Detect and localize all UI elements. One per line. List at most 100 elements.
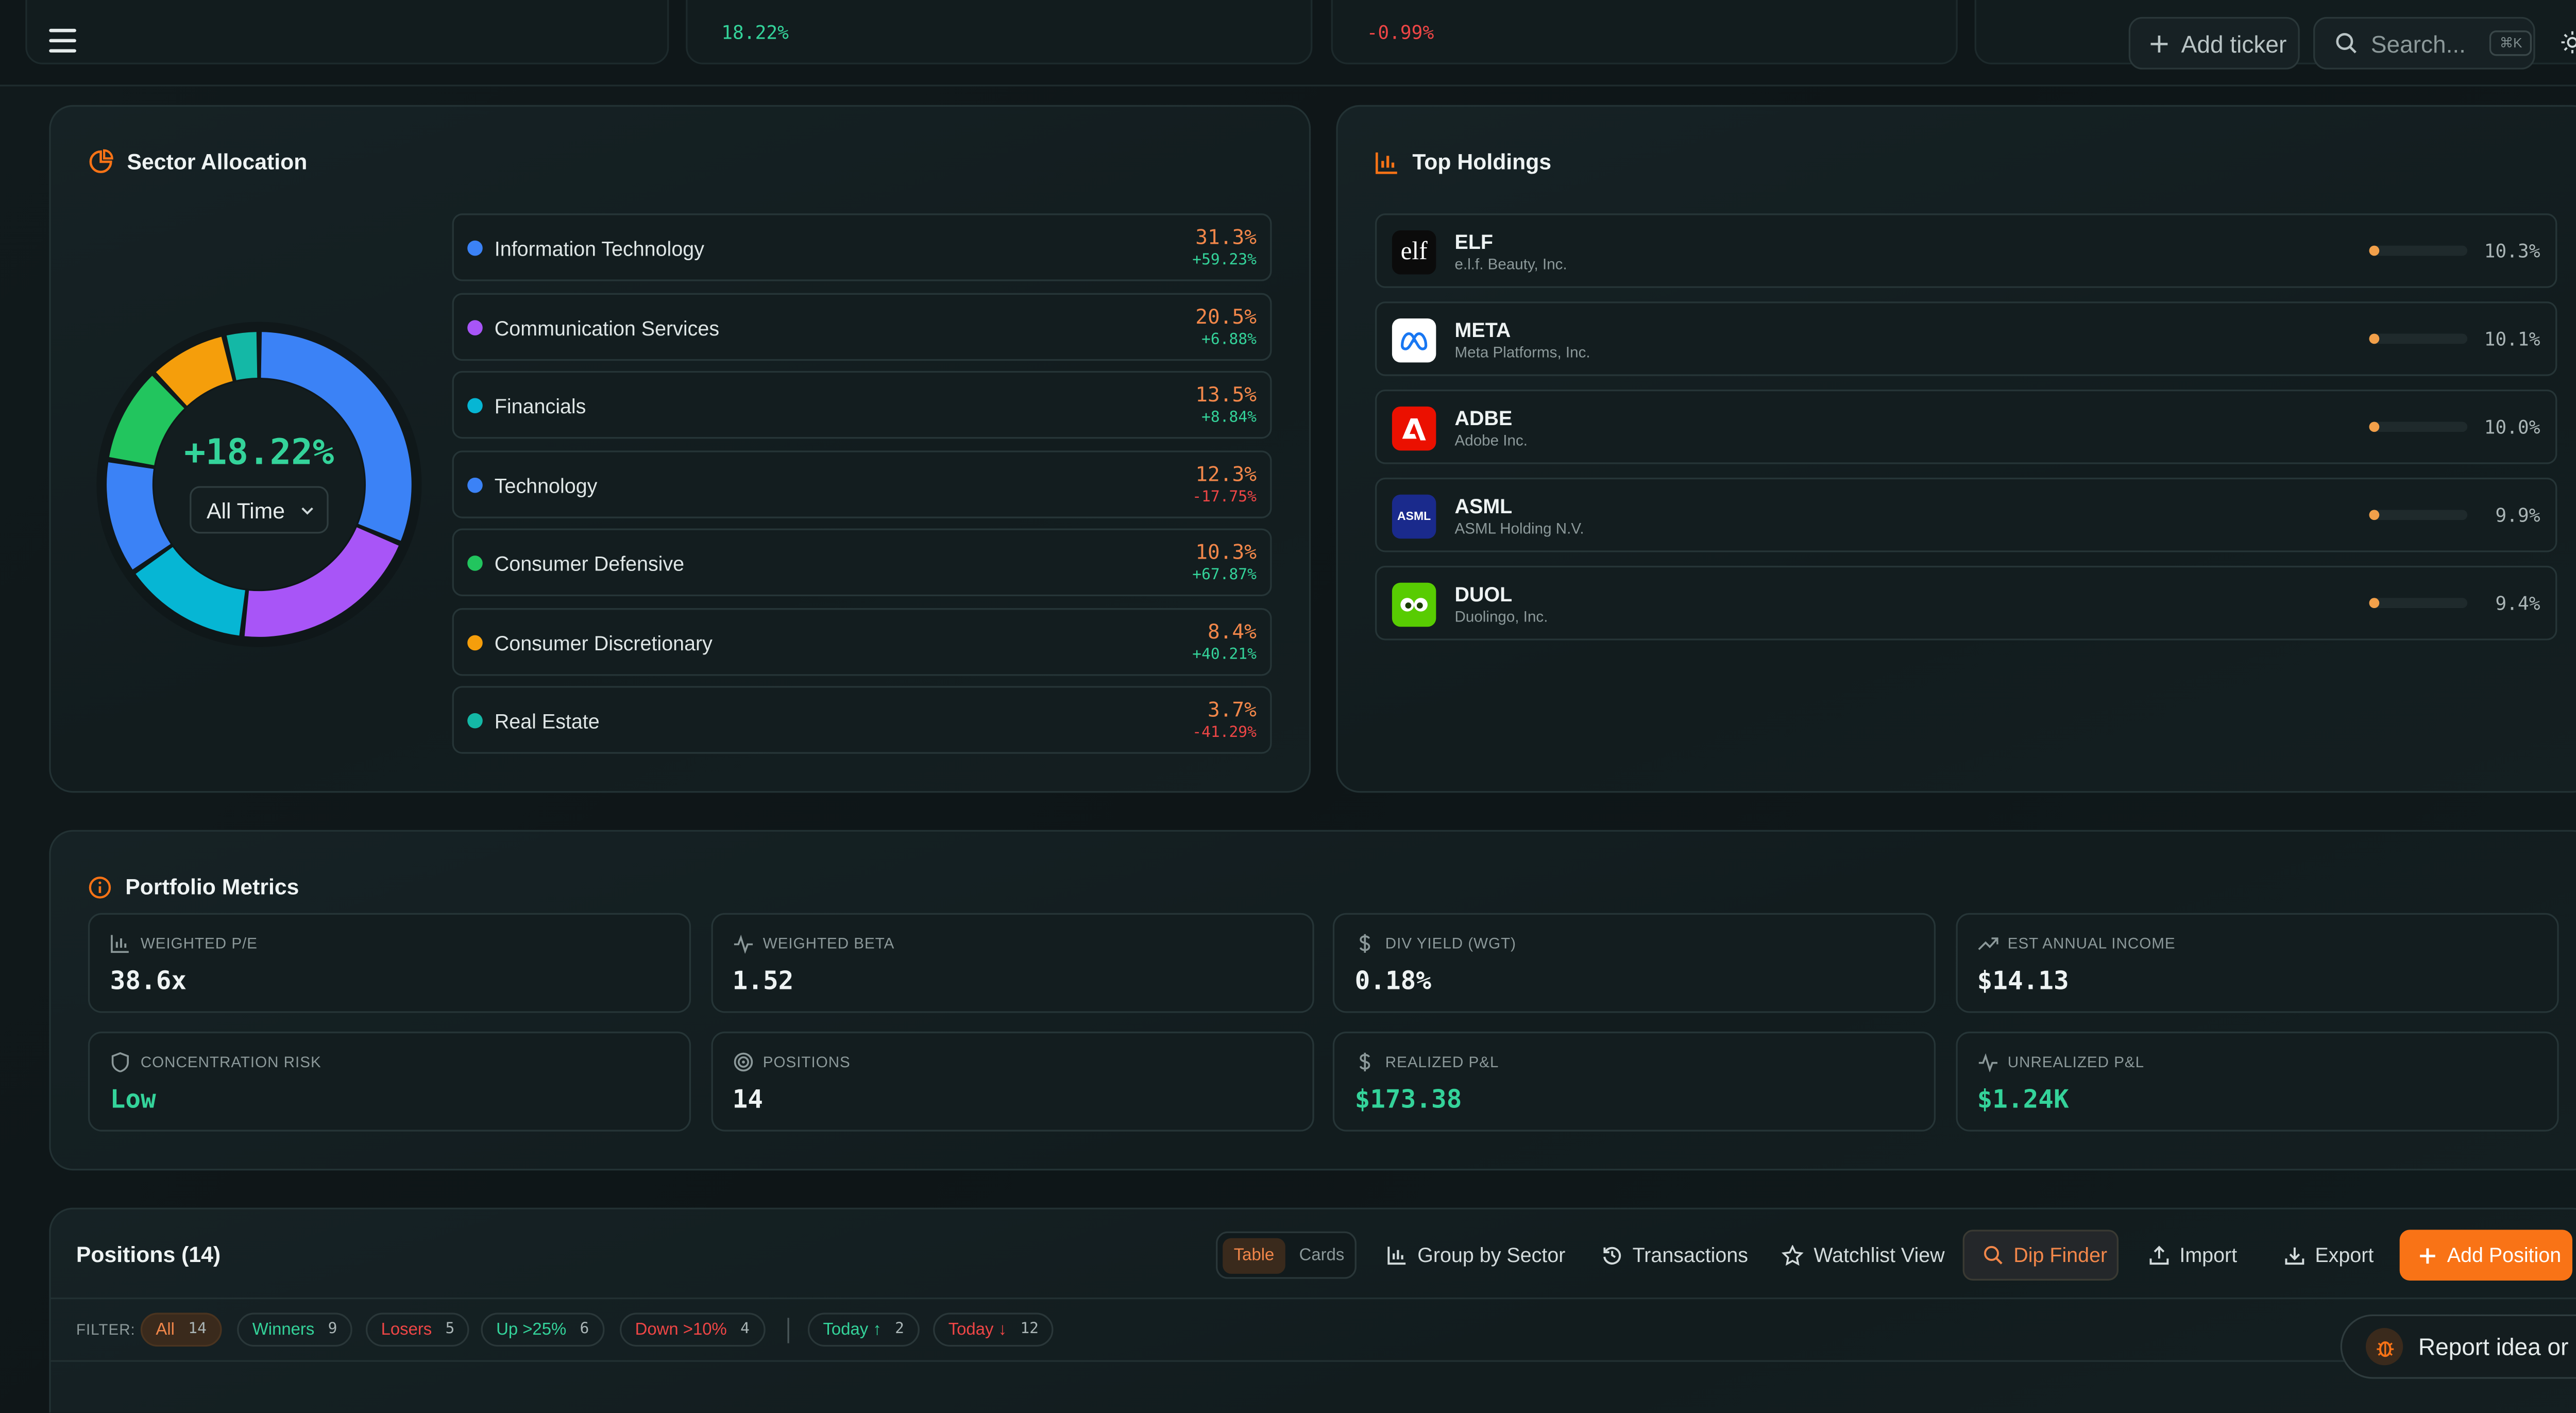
export-button[interactable]: Export (2284, 1230, 2374, 1281)
sector-change: +67.87% (1192, 567, 1257, 585)
filter-chip-count: 6 (580, 1321, 589, 1338)
holding-row[interactable]: META Meta Platforms, Inc. 10.1% (1375, 301, 2557, 376)
sector-row[interactable]: Consumer Discretionary 8.4% +40.21% (452, 607, 1272, 675)
period-select[interactable]: All Time (190, 486, 329, 534)
search-icon (2336, 33, 2357, 54)
metric-card: DIV YIELD (WGT) 0.18% (1332, 913, 1936, 1013)
transactions-button[interactable]: Transactions (1602, 1230, 1748, 1281)
search-placeholder: Search... (2370, 29, 2466, 57)
sector-weight: 12.3% (1195, 461, 1257, 485)
import-button[interactable]: Import (2149, 1230, 2237, 1281)
plus-icon (2150, 35, 2168, 52)
sector-row[interactable]: Information Technology 31.3% +59.23% (452, 213, 1272, 281)
metric-value: 0.18% (1354, 965, 1432, 996)
metric-label: UNREALIZED P&L (2007, 1053, 2145, 1071)
export-label: Export (2315, 1243, 2374, 1267)
meta-logo (1392, 318, 1436, 363)
filter-chip[interactable]: Winners 9 (237, 1313, 353, 1347)
dip-finder-label: Dip Finder (2013, 1243, 2108, 1267)
sector-name: Financials (494, 394, 586, 418)
adobe-logo (1392, 406, 1436, 451)
holding-company: ASML Holding N.V. (1454, 520, 1584, 537)
group-by-sector-button[interactable]: Group by Sector (1387, 1230, 1565, 1281)
filter-chip-label: Down >10% (635, 1320, 727, 1339)
sector-change: -17.75% (1192, 489, 1257, 506)
filter-chip-count: 4 (740, 1321, 750, 1338)
sector-name: Technology (494, 473, 598, 497)
holding-weight-fill (2369, 245, 2380, 256)
sector-donut-chart (96, 322, 422, 647)
watchlist-view-button[interactable]: Watchlist View (1781, 1230, 1945, 1281)
view-table-tab[interactable]: Table (1223, 1238, 1285, 1274)
sector-name: Communication Services (494, 316, 720, 340)
add-position-button[interactable]: Add Position (2399, 1230, 2572, 1281)
menu-icon[interactable] (49, 28, 76, 56)
sector-row[interactable]: Technology 12.3% -17.75% (452, 449, 1272, 518)
holding-row[interactable]: ASML ASML ASML Holding N.V. 9.9% (1375, 477, 2557, 552)
summary-card (25, 0, 669, 64)
elf-logo: elf (1392, 230, 1436, 275)
summary-card-change: 18.22% (721, 22, 789, 44)
holding-weight-bar (2369, 422, 2468, 432)
sector-color-dot (467, 556, 483, 571)
top-bar: 18.22% -0.99% Add ticker Search... ⌘K (0, 0, 2576, 87)
filter-chip-label: Winners (252, 1320, 315, 1339)
holding-row[interactable]: DUOL Duolingo, Inc. 9.4% (1375, 565, 2557, 641)
sector-row[interactable]: Consumer Defensive 10.3% +67.87% (452, 528, 1272, 597)
upload-icon (2149, 1246, 2169, 1265)
holding-row[interactable]: elf ELF e.l.f. Beauty, Inc. 10.3% (1375, 213, 2557, 288)
holding-weight: 10.1% (2484, 328, 2540, 351)
bug-icon (2365, 1328, 2403, 1366)
filter-label: FILTER: (76, 1321, 135, 1338)
holding-weight-fill (2369, 598, 2380, 609)
report-bug-button[interactable]: Report idea or bug (2340, 1314, 2576, 1379)
dip-finder-button[interactable]: Dip Finder (1962, 1230, 2119, 1281)
positions-panel: Positions (14) Table Cards Group by Sect… (49, 1207, 2576, 1413)
filter-chip[interactable]: Up >25% 6 (481, 1313, 604, 1347)
activity-icon (1978, 1053, 1997, 1072)
filter-chip-count: 12 (1020, 1321, 1039, 1338)
filter-chip[interactable]: Down >10% 4 (620, 1313, 765, 1347)
holding-ticker: ADBE (1454, 406, 1513, 430)
donut-return-value: +18.22% (184, 432, 334, 473)
filter-chip[interactable]: All 14 (140, 1313, 222, 1347)
filter-chip[interactable]: Today ↑ 2 (807, 1313, 920, 1347)
filter-separator (787, 1318, 789, 1343)
sector-row[interactable]: Communication Services 20.5% +6.88% (452, 292, 1272, 360)
metric-label: WEIGHTED BETA (762, 935, 895, 952)
holding-company: Adobe Inc. (1454, 432, 1528, 449)
filter-chip-label: All (156, 1320, 175, 1339)
info-icon (89, 876, 111, 898)
panel-title: Portfolio Metrics (125, 874, 299, 900)
holding-weight-fill (2369, 510, 2380, 520)
metric-card: UNREALIZED P&L $1.24K (1955, 1031, 2558, 1132)
sector-row[interactable]: Real Estate 3.7% -41.29% (452, 686, 1272, 754)
view-cards-tab[interactable]: Cards (1291, 1238, 1353, 1274)
panel-header: Sector Allocation (88, 149, 307, 175)
sector-change: +6.88% (1201, 331, 1257, 348)
sector-color-dot (467, 477, 483, 492)
metric-value: Low (110, 1084, 156, 1115)
search-dollar-icon (1984, 1246, 2003, 1265)
history-icon (1603, 1247, 1621, 1265)
holding-ticker: ASML (1454, 494, 1513, 518)
pie-chart-icon (89, 149, 113, 173)
sector-weight: 10.3% (1195, 540, 1257, 564)
holding-weight-bar (2369, 333, 2468, 344)
view-toggle: Table Cards (1216, 1231, 1357, 1279)
add-ticker-button[interactable]: Add ticker (2128, 16, 2300, 70)
holding-row[interactable]: ADBE Adobe Inc. 10.0% (1375, 390, 2557, 464)
plus-icon (2420, 1247, 2435, 1263)
holding-company: e.l.f. Beauty, Inc. (1454, 256, 1567, 273)
search-input[interactable]: Search... ⌘K (2313, 16, 2535, 70)
filter-chip[interactable]: Losers 5 (365, 1313, 470, 1347)
metric-card: EST ANNUAL INCOME $14.13 (1955, 913, 2558, 1013)
holding-weight-bar (2369, 510, 2468, 520)
metric-label: DIV YIELD (WGT) (1385, 935, 1516, 952)
metric-value: 1.52 (732, 965, 794, 996)
sector-color-dot (467, 319, 483, 335)
sector-row[interactable]: Financials 13.5% +8.84% (452, 371, 1272, 439)
filter-chip[interactable]: Today ↓ 12 (933, 1313, 1054, 1347)
group-by-sector-label: Group by Sector (1417, 1243, 1566, 1267)
theme-toggle-icon[interactable] (2561, 30, 2576, 54)
